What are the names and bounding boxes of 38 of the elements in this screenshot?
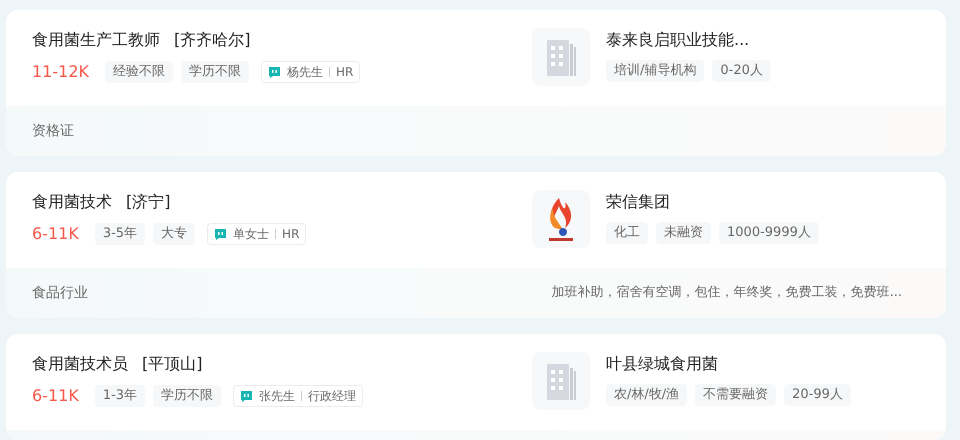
recruiter-role: HR [282,226,300,243]
requirement-tag: 学历不限 [153,385,222,407]
job-location: [齐齐哈尔] [174,29,250,51]
company-tag: 0-20人 [712,60,771,82]
recruiter-name: 单女士 [233,226,270,243]
chat-icon [240,390,254,402]
company-tag: 化工 [606,222,648,244]
job-title[interactable]: 食用菌技术员 [32,352,128,376]
requirement-tag: 经验不限 [104,61,173,83]
requirement-tag: 1-3年 [94,385,146,407]
company-name[interactable]: 泰来良启职业技能... [606,28,771,52]
salary: 11-12K [32,61,89,83]
company-tag: 农/林/牧/渔 [606,384,688,406]
company-tag: 培训/辅导机构 [606,60,704,82]
chat-icon [214,228,228,240]
requirement-tag: 学历不限 [180,61,249,83]
chat-icon [268,66,281,78]
salary: 6-11K [32,385,79,407]
job-location: [济宁] [126,191,170,213]
recruiter-name: 杨先生 [286,64,323,81]
company-name[interactable]: 叶县绿城食用菌 [606,352,851,376]
recruiter-name: 张先生 [259,388,296,405]
job-title[interactable]: 食用菌技术 [32,190,112,214]
company-tag: 未融资 [656,222,711,244]
job-location: [平顶山] [142,353,202,375]
skill-tag: 资格证 [32,120,74,142]
requirement-tag: 大专 [153,223,196,245]
recruiter-role: HR [336,64,354,81]
skill-tag: 食品行业 [32,282,88,304]
job-title[interactable]: 食用菌生产工教师 [32,28,160,52]
salary: 6-11K [32,223,79,245]
company-tag: 20-99人 [784,384,851,406]
company-tag: 不需要融资 [695,384,776,406]
company-name[interactable]: 荣信集团 [606,190,819,214]
benefits-text: 加班补助，宿舍有空调，包住，年终奖，免费工装，免费班... [552,284,902,302]
company-tag: 1000-9999人 [719,222,819,244]
requirement-tag: 3-5年 [94,223,146,245]
recruiter-role: 行政经理 [308,388,356,405]
